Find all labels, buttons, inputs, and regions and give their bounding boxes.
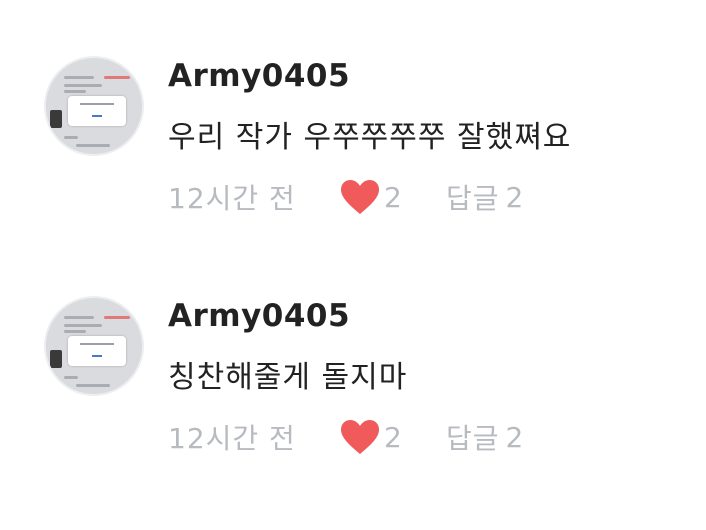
reply-count: 2 [505,180,525,214]
comment-text: 우리 작가 우쭈쭈쭈쭈 잘했쪄요 [168,120,572,155]
comment-meta: 12시간 전 2 답글 2 [168,176,524,218]
comment-meta: 12시간 전 2 답글 2 [168,416,524,458]
heart-icon [341,180,379,214]
like-button[interactable]: 2 [340,419,446,455]
comment-username[interactable]: Army0405 [168,298,350,334]
avatar[interactable] [44,56,144,156]
avatar[interactable] [44,296,144,396]
heart-icon [341,420,379,454]
reply-button[interactable]: 답글 2 [446,177,524,217]
comment-timestamp: 12시간 전 [168,422,296,455]
like-count: 2 [384,420,402,454]
reply-label: 답글 [446,182,500,215]
like-count: 2 [384,180,402,214]
reply-label: 답글 [446,422,500,455]
comment-timestamp: 12시간 전 [168,182,296,215]
comment-username[interactable]: Army0405 [168,58,350,94]
like-button[interactable]: 2 [340,179,446,215]
comment-item: Army0405 우리 작가 우쭈쭈쭈쭈 잘했쪄요 12시간 전 2 답글 2 [0,0,706,220]
reply-button[interactable]: 답글 2 [446,417,524,457]
comment-text: 칭찬해줄게 돌지마 [168,360,408,395]
reply-count: 2 [505,420,525,454]
comment-item: Army0405 칭찬해줄게 돌지마 12시간 전 2 답글 2 [0,240,706,460]
